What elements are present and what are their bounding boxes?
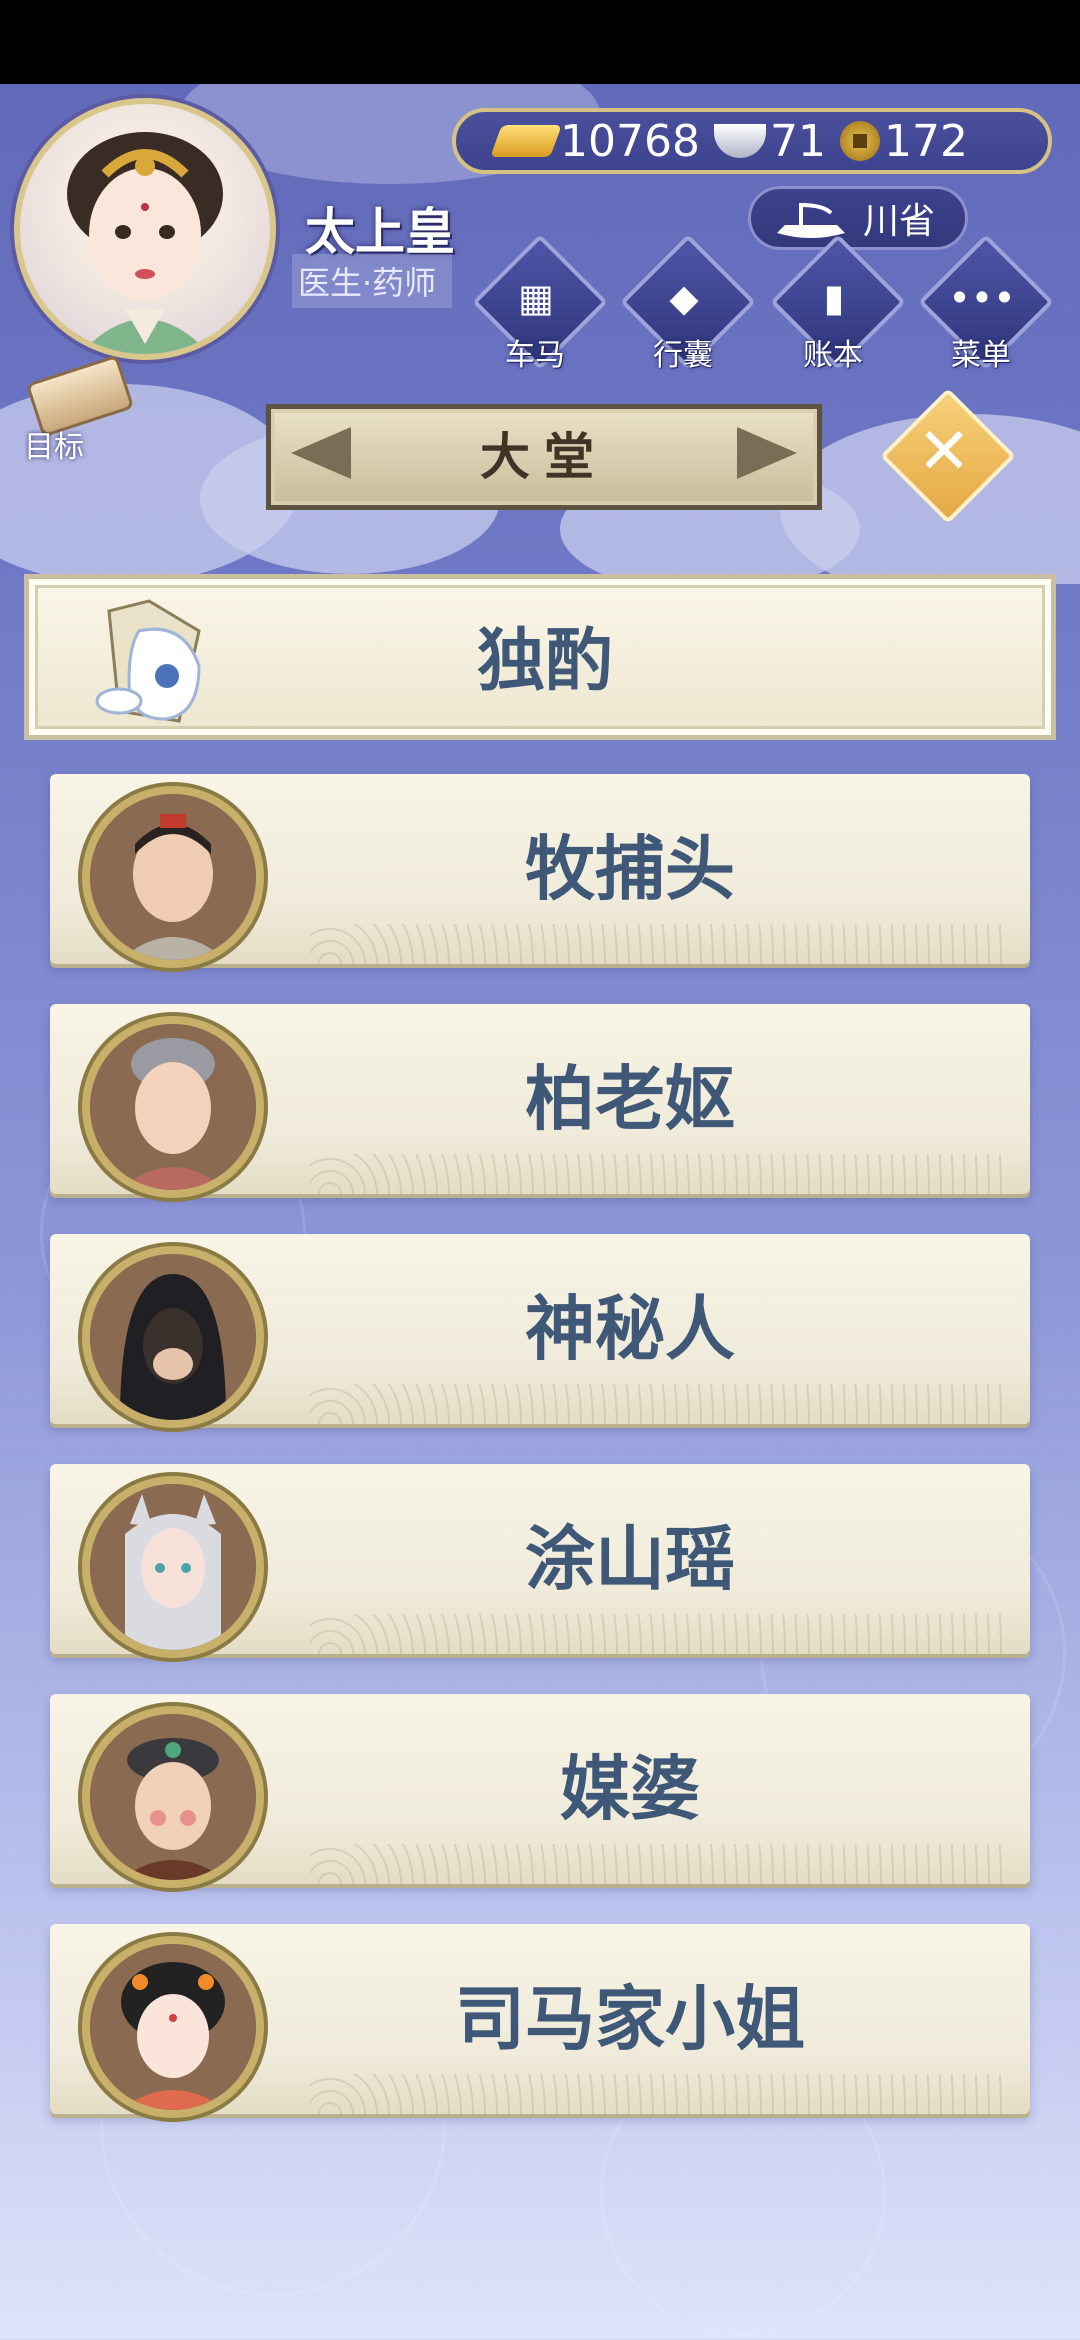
bag-icon: ◆ [669, 276, 699, 320]
carriage-label: 车马 [505, 338, 565, 373]
gold-ingot-icon [490, 125, 562, 157]
hall-title: 大堂 [480, 428, 608, 486]
silver-currency[interactable]: 71 [713, 115, 826, 167]
region-button[interactable]: 川省 [748, 186, 968, 250]
npc-name: 牧捕头 [525, 828, 735, 910]
npc-portrait [82, 1706, 264, 1888]
npc-face [90, 1254, 256, 1420]
npc-face [90, 1484, 256, 1650]
npc-row[interactable]: 柏老妪 [50, 1004, 1030, 1198]
carriage-button[interactable]: ▦ 车马 [460, 234, 610, 373]
npc-face [90, 794, 256, 960]
status-bar [0, 0, 1080, 84]
bag-label: 行囊 [653, 338, 713, 373]
more-icon: ••• [948, 276, 1016, 320]
npc-portrait [82, 1936, 264, 2118]
goal-label: 目标 [24, 430, 84, 465]
npc-name: 司马家小姐 [455, 1978, 805, 2060]
npc-row[interactable]: 涂山瑶 [50, 1464, 1030, 1658]
npc-face [90, 1714, 256, 1880]
goal-button[interactable]: 目标 [14, 354, 135, 465]
npc-name: 媒婆 [560, 1748, 700, 1830]
ledger-button[interactable]: ▮ 账本 [758, 234, 908, 373]
npc-portrait [82, 1246, 264, 1428]
coin-currency[interactable]: 172 [839, 115, 968, 167]
gold-currency[interactable]: 10768 [490, 115, 700, 167]
ledger-label: 账本 [803, 338, 863, 373]
player-portrait [67, 132, 223, 354]
drink-alone-label: 独酌 [476, 622, 613, 701]
drink-alone-button[interactable]: 独酌 [24, 574, 1056, 740]
silver-ingot-icon [713, 124, 766, 158]
npc-portrait [82, 1016, 264, 1198]
player-role: 医生·药师 [292, 254, 453, 308]
player-avatar[interactable] [14, 98, 276, 360]
npc-row[interactable]: 媒婆 [50, 1694, 1030, 1888]
silver-amount: 71 [769, 115, 826, 167]
carriage-icon: ▦ [518, 276, 554, 320]
hall-title-plate: 大堂 [266, 404, 822, 510]
npc-face [90, 1944, 256, 2110]
npc-row[interactable]: 神秘人 [50, 1234, 1030, 1428]
npc-name: 柏老妪 [525, 1058, 735, 1140]
gold-amount: 10768 [560, 115, 700, 167]
menu-button[interactable]: ••• 菜单 [906, 234, 1056, 373]
ledger-icon: ▮ [823, 276, 845, 320]
region-label: 川省 [862, 201, 935, 242]
npc-face [90, 1024, 256, 1190]
copper-coin-icon [839, 121, 880, 161]
npc-portrait [82, 1476, 264, 1658]
coin-amount: 172 [883, 115, 968, 167]
currency-bar: 10768 71 172 [452, 108, 1052, 174]
close-icon: ✕ [917, 415, 971, 489]
npc-row[interactable]: 牧捕头 [50, 774, 1030, 968]
menu-label: 菜单 [951, 338, 1011, 373]
npc-row[interactable]: 司马家小姐 [50, 1924, 1030, 2118]
npc-name: 神秘人 [525, 1288, 735, 1370]
npc-name: 涂山瑶 [525, 1518, 735, 1600]
bag-button[interactable]: ◆ 行囊 [608, 234, 758, 373]
npc-portrait [82, 786, 264, 968]
